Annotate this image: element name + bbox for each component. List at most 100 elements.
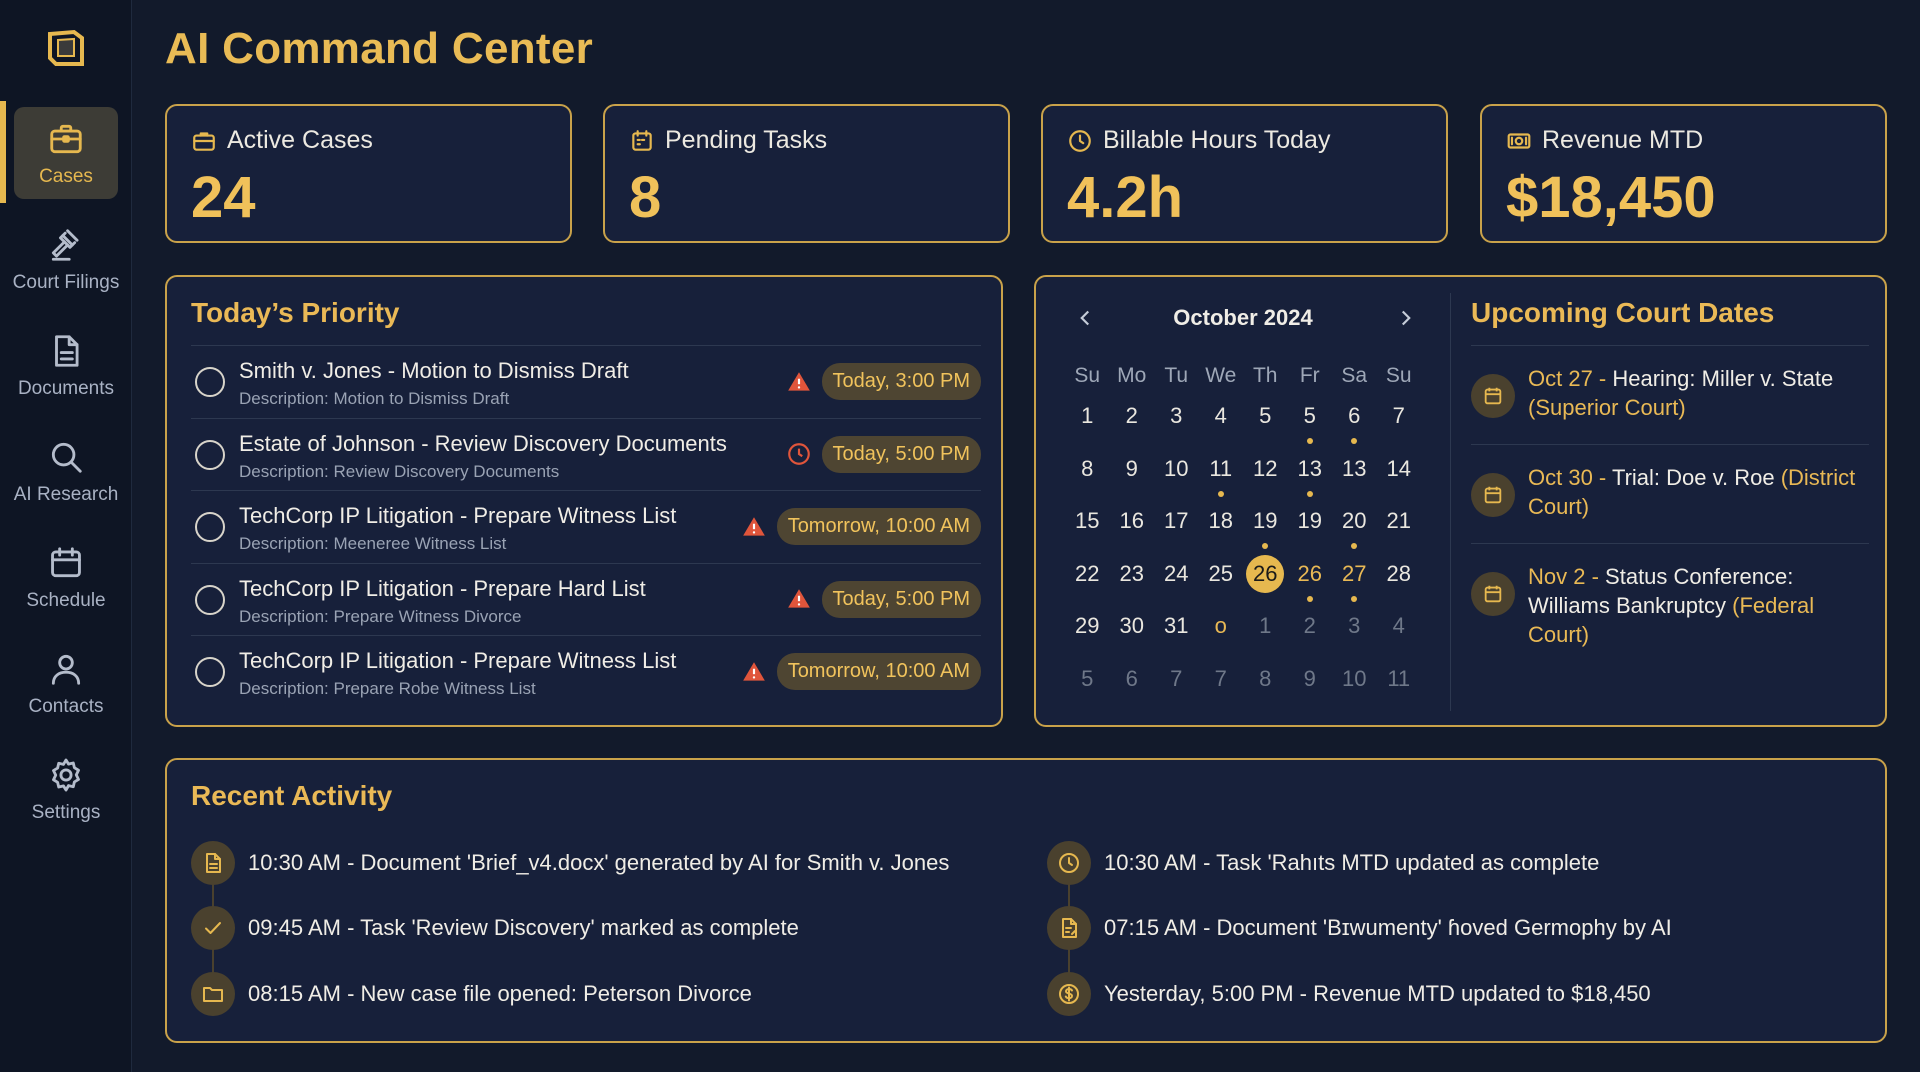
- activity-item[interactable]: Yesterday, 5:00 PM - Revenue MTD updated…: [1047, 961, 1672, 1027]
- calendar-day-today[interactable]: 26: [1243, 554, 1288, 611]
- calendar-day[interactable]: 2: [1110, 400, 1155, 453]
- court-date-item[interactable]: Oct 30 - Trial: Doe v. Roe (District Cou…: [1471, 445, 1869, 544]
- calendar-day[interactable]: 8: [1065, 453, 1110, 506]
- calendar-day[interactable]: 22: [1065, 558, 1110, 611]
- calendar-day[interactable]: 19: [1288, 505, 1333, 558]
- priority-item[interactable]: Smith v. Jones - Motion to Dismiss Draft…: [191, 346, 981, 419]
- calendar-day[interactable]: 9: [1288, 663, 1333, 716]
- calendar-day[interactable]: 24: [1154, 558, 1199, 611]
- calendar-day[interactable]: 19: [1243, 505, 1288, 558]
- court-dates-list: Oct 27 - Hearing: Miller v. State (Super…: [1471, 345, 1869, 647]
- calendar-day[interactable]: 4: [1199, 400, 1244, 453]
- sidebar-item-settings[interactable]: Settings: [0, 737, 132, 843]
- activity-item[interactable]: 10:30 AM - Task 'Rahıts MTD updated as c…: [1047, 830, 1672, 896]
- court-name: (Superior Court): [1528, 395, 1686, 420]
- logo-icon[interactable]: [44, 26, 88, 70]
- task-checkbox[interactable]: [195, 584, 225, 615]
- activity-item[interactable]: 08:15 AM - New case file opened: Peterso…: [191, 961, 949, 1027]
- task-checkbox[interactable]: [195, 439, 225, 470]
- court-date-item[interactable]: Oct 27 - Hearing: Miller v. State (Super…: [1471, 346, 1869, 445]
- sidebar-item-documents[interactable]: Documents: [0, 313, 132, 419]
- calendar-day[interactable]: 26: [1288, 558, 1333, 611]
- calendar-next-button[interactable]: [1393, 305, 1419, 331]
- calendar-day[interactable]: 5: [1065, 663, 1110, 716]
- calendar-day[interactable]: 18: [1199, 505, 1244, 558]
- calendar-day[interactable]: 23: [1110, 558, 1155, 611]
- calendar-grid: Su Mo Tu We Th Fr Sa Su 1 2 3 4 5 5 6 7 8 9 10 11 12 13 13 14 15…: [1065, 360, 1421, 715]
- calendar-week: 8 9 10 11 12 13 13 14: [1065, 453, 1421, 506]
- calendar-day[interactable]: 3: [1332, 610, 1377, 663]
- sidebar-item-contacts[interactable]: Contacts: [0, 631, 132, 737]
- sidebar-item-court-filings[interactable]: Court Filings: [0, 207, 132, 313]
- calendar-day[interactable]: 28: [1377, 558, 1422, 611]
- day-number: 10: [1342, 665, 1367, 691]
- day-number: 12: [1253, 455, 1278, 481]
- calendar-day[interactable]: 10: [1332, 663, 1377, 716]
- calendar-day[interactable]: 5: [1243, 400, 1288, 453]
- day-number: 25: [1208, 560, 1233, 586]
- calendar-day[interactable]: 25: [1199, 558, 1244, 611]
- stat-card-active-cases[interactable]: Active Cases 24: [165, 104, 572, 243]
- activity-item[interactable]: 07:15 AM - Document 'Bɪwumenty' ɦoved Ge…: [1047, 896, 1672, 962]
- calendar-day[interactable]: 9: [1110, 453, 1155, 506]
- priority-item[interactable]: TechCorp IP Litigation - Prepare Witness…: [191, 491, 981, 564]
- calendar-day[interactable]: 3: [1154, 400, 1199, 453]
- calendar-day[interactable]: 8: [1243, 663, 1288, 716]
- priority-item[interactable]: TechCorp IP Litigation - Prepare Hard Li…: [191, 564, 981, 636]
- calendar-day[interactable]: 4: [1377, 610, 1422, 663]
- calendar-weekdays: Su Mo Tu We Th Fr Sa Su: [1065, 360, 1421, 400]
- stat-card-pending-tasks[interactable]: Pending Tasks 8: [603, 104, 1010, 243]
- calendar-day[interactable]: 15: [1065, 505, 1110, 558]
- task-checkbox[interactable]: [195, 512, 225, 542]
- calendar-day[interactable]: 7: [1377, 400, 1422, 453]
- gear-icon: [52, 758, 80, 792]
- priority-item-description: Description: Review Discovery Documents: [239, 461, 560, 481]
- calendar-day[interactable]: 13: [1288, 453, 1333, 506]
- calendar-day[interactable]: 1: [1065, 400, 1110, 453]
- day-number: 6: [1125, 665, 1138, 691]
- calendar-icon: [1471, 572, 1515, 616]
- divider: [1450, 293, 1451, 711]
- stat-card-revenue-mtd[interactable]: Revenue MTD $18,450: [1480, 104, 1887, 243]
- calendar-day[interactable]: 7: [1154, 663, 1199, 716]
- calendar-day[interactable]: 7: [1199, 663, 1244, 716]
- task-checkbox[interactable]: [195, 657, 225, 687]
- calendar-day[interactable]: 20: [1332, 505, 1377, 558]
- calendar-day[interactable]: 14: [1377, 453, 1422, 506]
- priority-item[interactable]: TechCorp IP Litigation - Prepare Witness…: [191, 636, 981, 709]
- calendar-day[interactable]: 2: [1288, 610, 1333, 663]
- calendar-day[interactable]: 5: [1288, 400, 1333, 453]
- calendar-day[interactable]: 11: [1199, 453, 1244, 506]
- calendar-day[interactable]: 16: [1110, 505, 1155, 558]
- priority-item-title: TechCorp IP Litigation - Prepare Witness…: [239, 503, 677, 528]
- activity-item[interactable]: 09:45 AM - Task 'Review Discovery' marke…: [191, 896, 949, 962]
- weekday-label: Su: [1385, 364, 1412, 387]
- calendar-day[interactable]: 11: [1377, 663, 1422, 716]
- calendar-day[interactable]: 10: [1154, 453, 1199, 506]
- sidebar-item-ai-research[interactable]: AI Research: [0, 419, 132, 525]
- calendar-day[interactable]: 27: [1332, 558, 1377, 611]
- calendar-day[interactable]: 13: [1332, 453, 1377, 506]
- day-number: 26: [1246, 554, 1285, 593]
- court-date-item[interactable]: Nov 2 - Status Conference: Williams Bank…: [1471, 544, 1869, 647]
- sidebar-item-cases[interactable]: Cases: [0, 101, 132, 207]
- calendar-day[interactable]: 1: [1243, 610, 1288, 663]
- day-number: 1: [1081, 403, 1094, 428]
- calendar-day[interactable]: 29: [1065, 610, 1110, 663]
- sidebar-item-schedule[interactable]: Schedule: [0, 525, 132, 631]
- calendar-day[interactable]: 12: [1243, 453, 1288, 506]
- event-dot: [1262, 543, 1269, 549]
- priority-item[interactable]: Estate of Johnson - Review Discovery Doc…: [191, 419, 981, 491]
- calendar-day[interactable]: 30: [1110, 610, 1155, 663]
- task-checkbox[interactable]: [195, 367, 225, 397]
- calendar-day[interactable]: 6: [1332, 400, 1377, 453]
- calendar-day[interactable]: o: [1199, 610, 1244, 663]
- day-number: 8: [1081, 455, 1094, 481]
- activity-item[interactable]: 10:30 AM - Document 'Brief_v4.docx' gene…: [191, 830, 949, 896]
- calendar-day[interactable]: 6: [1110, 663, 1155, 716]
- calendar-day[interactable]: 21: [1377, 505, 1422, 558]
- calendar-day[interactable]: 31: [1154, 610, 1199, 663]
- calendar-day[interactable]: 17: [1154, 505, 1199, 558]
- event-dot: [1306, 438, 1313, 444]
- stat-card-billable-hours[interactable]: Billable Hours Today 4.2h: [1041, 104, 1448, 243]
